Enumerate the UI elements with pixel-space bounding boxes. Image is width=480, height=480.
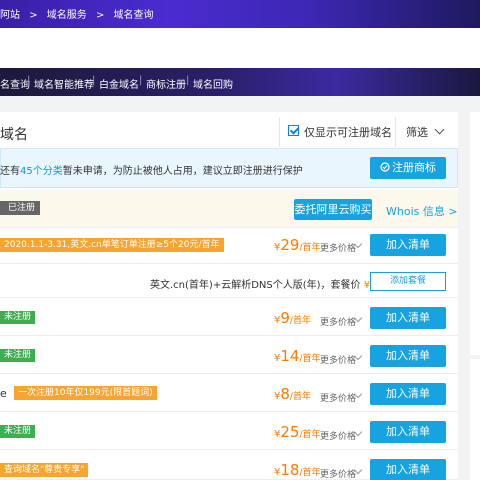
price: ¥8/首年 <box>274 385 311 403</box>
promo-badge: 查询域名"尊贵专享" <box>0 463 89 477</box>
breadcrumb-separator: > <box>95 10 105 21</box>
price: ¥25/首年 <box>274 423 321 441</box>
price-value: 9 <box>280 309 290 327</box>
nav-item-domain-query[interactable]: 名查询 <box>0 76 30 91</box>
price-value: 8 <box>280 385 290 403</box>
results-title: 域名 <box>0 127 28 143</box>
add-to-cart-button[interactable]: 加入清单 <box>370 234 446 256</box>
price-value: 14 <box>280 347 300 365</box>
divider <box>395 117 396 147</box>
search-area <box>0 28 480 68</box>
more-prices-link[interactable]: 更多价格 <box>320 429 356 442</box>
package-description: 英文.cn(首年)+云解析DNS个人版(年)，套餐价 <box>150 280 361 291</box>
promo-badge: 一次注册10年仅199元(限首题词) <box>14 386 157 400</box>
price: ¥18/首年 <box>274 461 321 479</box>
status-badge: 未注册 <box>0 311 36 324</box>
nav-separator: | <box>139 75 143 86</box>
notice-category-link[interactable]: 45个分类 <box>20 166 63 177</box>
notice-text: 还有45个分类暂未申请，为防止被他人占用，建议立即注册进行保护 <box>0 162 303 177</box>
price: ¥14/首年 <box>274 347 321 365</box>
nav-item-platinum[interactable]: 白金域名 <box>99 76 139 91</box>
status-badge: 未注册 <box>0 425 36 438</box>
price: ¥9/首年 <box>274 309 311 327</box>
breadcrumb: 阿站 > 域名服务 > 域名查询 <box>0 6 160 21</box>
nav-separator: | <box>27 75 31 86</box>
price-value: 18 <box>280 461 300 479</box>
price-unit: /首年 <box>299 468 321 478</box>
more-prices-link[interactable]: 更多价格 <box>320 315 356 328</box>
trademark-icon <box>380 162 390 172</box>
domain-nav-bar: 名查询 | 域名智能推荐 | 白金域名 | 商标注册 | 域名回购 <box>0 68 480 96</box>
register-trademark-label: 注册商标 <box>392 161 436 174</box>
breadcrumb-item-site[interactable]: 阿站 <box>0 10 20 21</box>
price-value: 29 <box>280 236 300 254</box>
more-prices-link[interactable]: 更多价格 <box>320 241 356 254</box>
nav-separator: | <box>92 75 96 86</box>
nav-item-trademark[interactable]: 商标注册 <box>146 76 186 91</box>
notice-suffix: 暂未申请，为防止被他人占用，建议立即注册进行保护 <box>62 166 303 177</box>
price: ¥29/首年 <box>274 236 321 254</box>
registered-tag: 已注册 <box>0 201 41 215</box>
nav-separator: | <box>186 75 190 86</box>
add-to-cart-button[interactable]: 加入清单 <box>370 383 446 405</box>
add-to-cart-button[interactable]: 加入清单 <box>370 307 446 329</box>
price-unit: /首年 <box>299 430 321 440</box>
filter-button[interactable]: 筛选 <box>406 124 428 140</box>
price-value: 25 <box>280 423 300 441</box>
price-unit: /首年 <box>299 354 321 364</box>
available-only-checkbox[interactable] <box>288 125 299 136</box>
price-unit: /首年 <box>289 316 311 326</box>
nav-item-buyback[interactable]: 域名回购 <box>193 76 233 91</box>
breadcrumb-item-domain-service[interactable]: 域名服务 <box>47 10 87 21</box>
add-package-button[interactable]: 添加套餐 <box>370 272 446 291</box>
add-to-cart-button[interactable]: 加入清单 <box>370 421 446 443</box>
more-prices-link[interactable]: 更多价格 <box>320 467 356 480</box>
price-unit: /首年 <box>289 392 311 402</box>
package-text: 英文.cn(首年)+云解析DNS个人版(年)，套餐价 ¥69.8 <box>150 276 392 291</box>
status-badge: 未注册 <box>0 349 36 362</box>
domain-name: e <box>0 387 7 400</box>
register-trademark-button[interactable]: 注册商标 <box>370 157 446 179</box>
nav-item-smart-recommend[interactable]: 域名智能推荐 <box>34 76 94 91</box>
more-prices-link[interactable]: 更多价格 <box>320 391 356 404</box>
add-to-cart-button[interactable]: 加入清单 <box>370 345 446 367</box>
add-to-cart-button[interactable]: 加入清单 <box>370 459 446 480</box>
promo-badge: 2020.1.1-3.31,英文.cn单笔订单注册≥5个20元/首年 <box>0 238 224 252</box>
breadcrumb-separator: > <box>29 10 38 21</box>
proxy-purchase-button[interactable]: 委托阿里云购买 <box>294 199 372 220</box>
side-panel-lower <box>470 355 480 480</box>
breadcrumb-item-domain-query: 域名查询 <box>113 10 154 21</box>
more-prices-link[interactable]: 更多价格 <box>320 353 356 366</box>
price-unit: /首年 <box>299 243 321 253</box>
available-only-label[interactable]: 仅显示可注册域名 <box>304 124 392 140</box>
notice-prefix: 还有 <box>0 166 20 177</box>
whois-link[interactable]: Whois 信息 > <box>386 203 458 219</box>
divider <box>279 117 280 147</box>
